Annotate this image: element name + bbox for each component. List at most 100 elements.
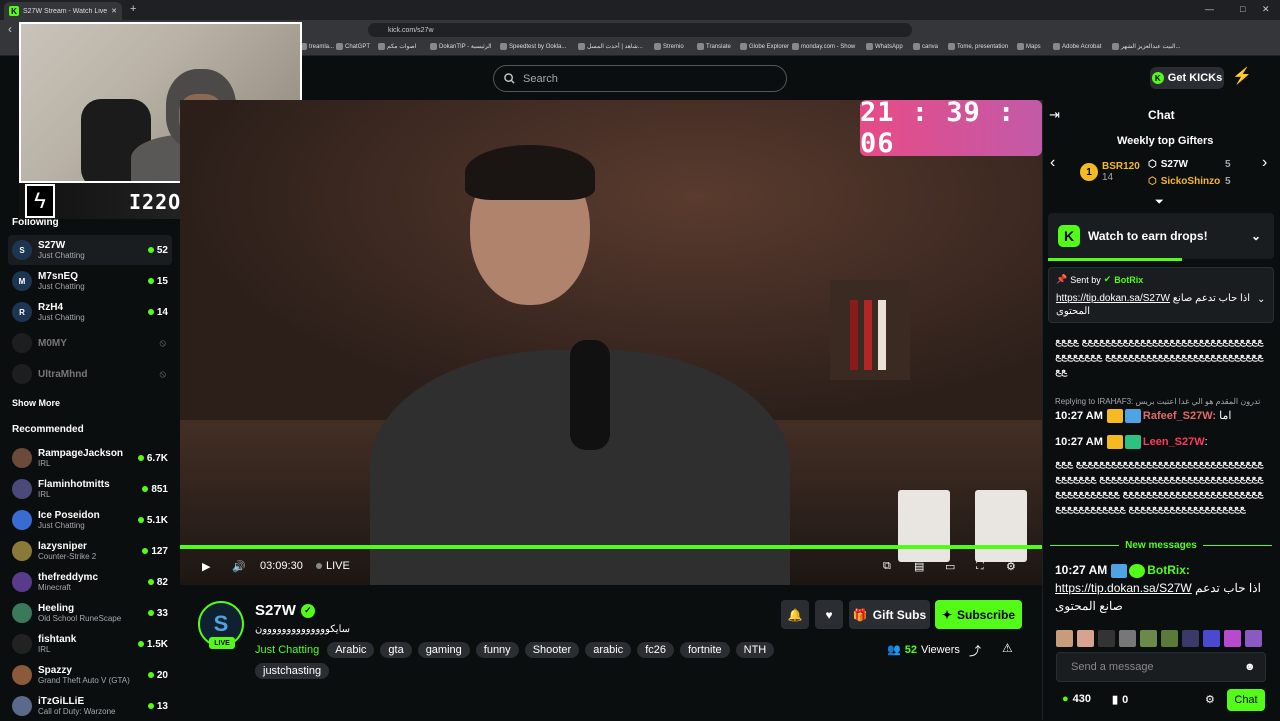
pip-icon[interactable]: ⧉ <box>883 560 891 573</box>
bookmark-item[interactable]: canva <box>913 43 938 50</box>
chat-input[interactable]: Send a message ☻ <box>1056 652 1266 682</box>
emote-icon[interactable] <box>1161 630 1178 647</box>
sidebar-channel-offline[interactable]: UltraMhnd ⦸ <box>8 359 172 389</box>
collapse-chat-icon[interactable]: ⇥ <box>1049 107 1060 123</box>
close-window-icon[interactable]: ✕ <box>1262 4 1270 15</box>
prev-arrow-icon[interactable]: ‹ <box>1050 154 1055 172</box>
sidebar-channel-rzh4[interactable]: R RzH4 Just Chatting 14 <box>8 297 172 327</box>
gifter-3[interactable]: ⬡ SickoShinzo 5 <box>1148 176 1231 187</box>
browser-tab[interactable]: K S27W Stream - Watch Live on Ki ✕ <box>4 2 122 20</box>
back-icon[interactable]: ‹ <box>8 22 12 36</box>
tag[interactable]: fc26 <box>637 642 674 658</box>
bookmark-item[interactable]: Maps <box>1017 43 1041 50</box>
next-arrow-icon[interactable]: › <box>1262 154 1267 172</box>
sidebar-channel-m7sneq[interactable]: M M7snEQ Just Chatting 15 <box>8 266 172 296</box>
emote-icon[interactable] <box>1203 630 1220 647</box>
chevron-down-icon[interactable]: ⌄ <box>1251 229 1261 243</box>
sidebar-recommended-channel[interactable]: iTzGiLLiE Call of Duty: Warzone 13 <box>8 691 172 721</box>
subscribe-button[interactable]: ✦ Subscribe <box>935 600 1022 629</box>
tag[interactable]: fortnite <box>679 642 730 658</box>
bookmark-item[interactable]: Translate <box>697 43 731 50</box>
search-input[interactable]: Search <box>493 65 787 92</box>
theater-icon[interactable]: ▭ <box>945 560 955 573</box>
tag[interactable]: Shooter <box>524 642 580 658</box>
volume-icon[interactable]: 🔊 <box>232 560 246 573</box>
get-kicks-button[interactable]: K Get KICKs <box>1150 67 1224 89</box>
emote-icon[interactable] <box>1056 630 1073 647</box>
gifter-2[interactable]: ⬡ S27W 5 <box>1148 159 1231 170</box>
sidebar-recommended-channel[interactable]: lazysniper Counter-Strike 2 127 <box>8 536 172 566</box>
tag[interactable]: justchasting <box>255 663 330 679</box>
bookmark-item[interactable]: اصوات مكم <box>378 43 416 50</box>
tag[interactable]: NTH <box>735 642 775 658</box>
follow-heart-icon[interactable]: ♥ <box>815 600 843 629</box>
gift-subs-button[interactable]: 🎁 Gift Subs <box>849 600 930 629</box>
minimize-icon[interactable]: — <box>1205 4 1214 14</box>
chat-settings-icon[interactable]: ⚙ <box>1205 693 1215 706</box>
bookmark-item[interactable]: Speedtest by Ookla... <box>500 43 566 50</box>
play-icon[interactable]: ▶ <box>202 560 210 573</box>
share-icon[interactable]: ⤴ <box>969 642 981 659</box>
category-link[interactable]: Just Chatting <box>255 644 319 656</box>
bookmark-item[interactable]: ChatGPT <box>336 43 370 50</box>
sidebar-recommended-channel[interactable]: fishtank IRL 1.5K <box>8 629 172 659</box>
viewer-count: 5.1K <box>137 515 172 526</box>
emote-icon[interactable] <box>1224 630 1241 647</box>
bookmark-item[interactable]: Adobe Acrobat <box>1053 43 1101 50</box>
emote-icon[interactable] <box>1119 630 1136 647</box>
sidebar-recommended-channel[interactable]: Flaminhotmitts IRL 851 <box>8 474 172 504</box>
bookmark-item[interactable]: treamla... <box>300 43 334 50</box>
tag[interactable]: Arabic <box>327 642 375 658</box>
bookmark-item[interactable]: Stremio <box>654 43 684 50</box>
chat-message: 10:27 AM BotRix: https://tip.dokan.sa/S27… <box>1055 563 1261 613</box>
bell-icon[interactable]: 🔔 <box>781 600 809 629</box>
tag[interactable]: arabic <box>585 642 632 658</box>
tag[interactable]: gaming <box>417 642 470 658</box>
emote-icon[interactable] <box>1245 630 1262 647</box>
drops-banner[interactable]: K Watch to earn drops! ⌄ <box>1048 213 1274 259</box>
bookmark-item[interactable]: DokanTIP - الرئيسية <box>430 43 492 50</box>
sidebar-recommended-channel[interactable]: Heeling Old School RuneScape 33 <box>8 598 172 628</box>
settings-icon[interactable]: ⚙ <box>1006 560 1016 573</box>
emote-icon[interactable] <box>1098 630 1115 647</box>
progress-bar[interactable] <box>180 545 1042 549</box>
streamer-name[interactable]: S27W ✓ <box>255 602 315 619</box>
lightning-icon[interactable]: ⚡ <box>1232 66 1252 86</box>
bookmark-item[interactable]: البيت عبدالعزيز الشهر... <box>1112 43 1181 50</box>
channel-points[interactable]: ● 430 <box>1062 693 1091 705</box>
clip-icon[interactable]: ▤ <box>914 560 924 573</box>
sidebar-channel-offline[interactable]: M0MY ⦸ <box>8 328 172 358</box>
new-tab-icon[interactable]: + <box>130 3 136 15</box>
new-messages-divider[interactable]: New messages <box>1050 539 1272 551</box>
gifter-1[interactable]: 1 BSR120 14 <box>1080 161 1140 183</box>
tag[interactable]: funny <box>475 642 519 658</box>
emoji-icon[interactable]: ☻ <box>1244 661 1256 673</box>
tag[interactable]: gta <box>380 642 412 658</box>
emote-icon[interactable] <box>1182 630 1199 647</box>
url-field[interactable]: kick.com/s27w <box>368 23 912 37</box>
sidebar-channel-s27w[interactable]: S S27W Just Chatting 52 <box>8 235 172 265</box>
sidebar-recommended-channel[interactable]: Ice Poseidon Just Chatting 5.1K <box>8 505 172 535</box>
sidebar-recommended-channel[interactable]: thefreddymc Minecraft 82 <box>8 567 172 597</box>
bookmark-item[interactable]: Globe Explorer <box>740 43 789 50</box>
report-icon[interactable]: ⚠ <box>1002 641 1013 655</box>
show-more-link[interactable]: Show More <box>12 398 60 408</box>
pinned-message[interactable]: 📌 Sent by ✔ BotRix https://tip.dokan.sa/… <box>1048 267 1274 323</box>
fullscreen-icon[interactable]: ⛶ <box>976 560 984 573</box>
bookmark-item[interactable]: monday.com - Show <box>792 43 855 50</box>
bookmark-item[interactable]: شاهد | أحدث المسل... <box>578 43 643 50</box>
video-player[interactable] <box>180 100 1042 585</box>
send-chat-button[interactable]: Chat <box>1227 689 1265 711</box>
sidebar-recommended-channel[interactable]: Spazzy Grand Theft Auto V (GTA) 20 <box>8 660 172 690</box>
emote-icon[interactable] <box>1077 630 1094 647</box>
emote-icon[interactable] <box>1140 630 1157 647</box>
kicks-balance[interactable]: ▮ 0 <box>1112 693 1128 707</box>
close-tab-icon[interactable]: ✕ <box>111 7 117 15</box>
maximize-icon[interactable]: □ <box>1240 4 1245 14</box>
chevron-down-icon[interactable]: ⌄ <box>1257 294 1265 305</box>
bookmark-item[interactable]: WhatsApp <box>866 43 903 50</box>
filter-icon[interactable]: ⏷ <box>1155 196 1164 209</box>
sidebar-recommended-channel[interactable]: RampageJackson IRL 6.7K <box>8 443 172 473</box>
bookmark-item[interactable]: Tome, presentation <box>948 43 1008 50</box>
bookmark-icon <box>500 43 507 50</box>
